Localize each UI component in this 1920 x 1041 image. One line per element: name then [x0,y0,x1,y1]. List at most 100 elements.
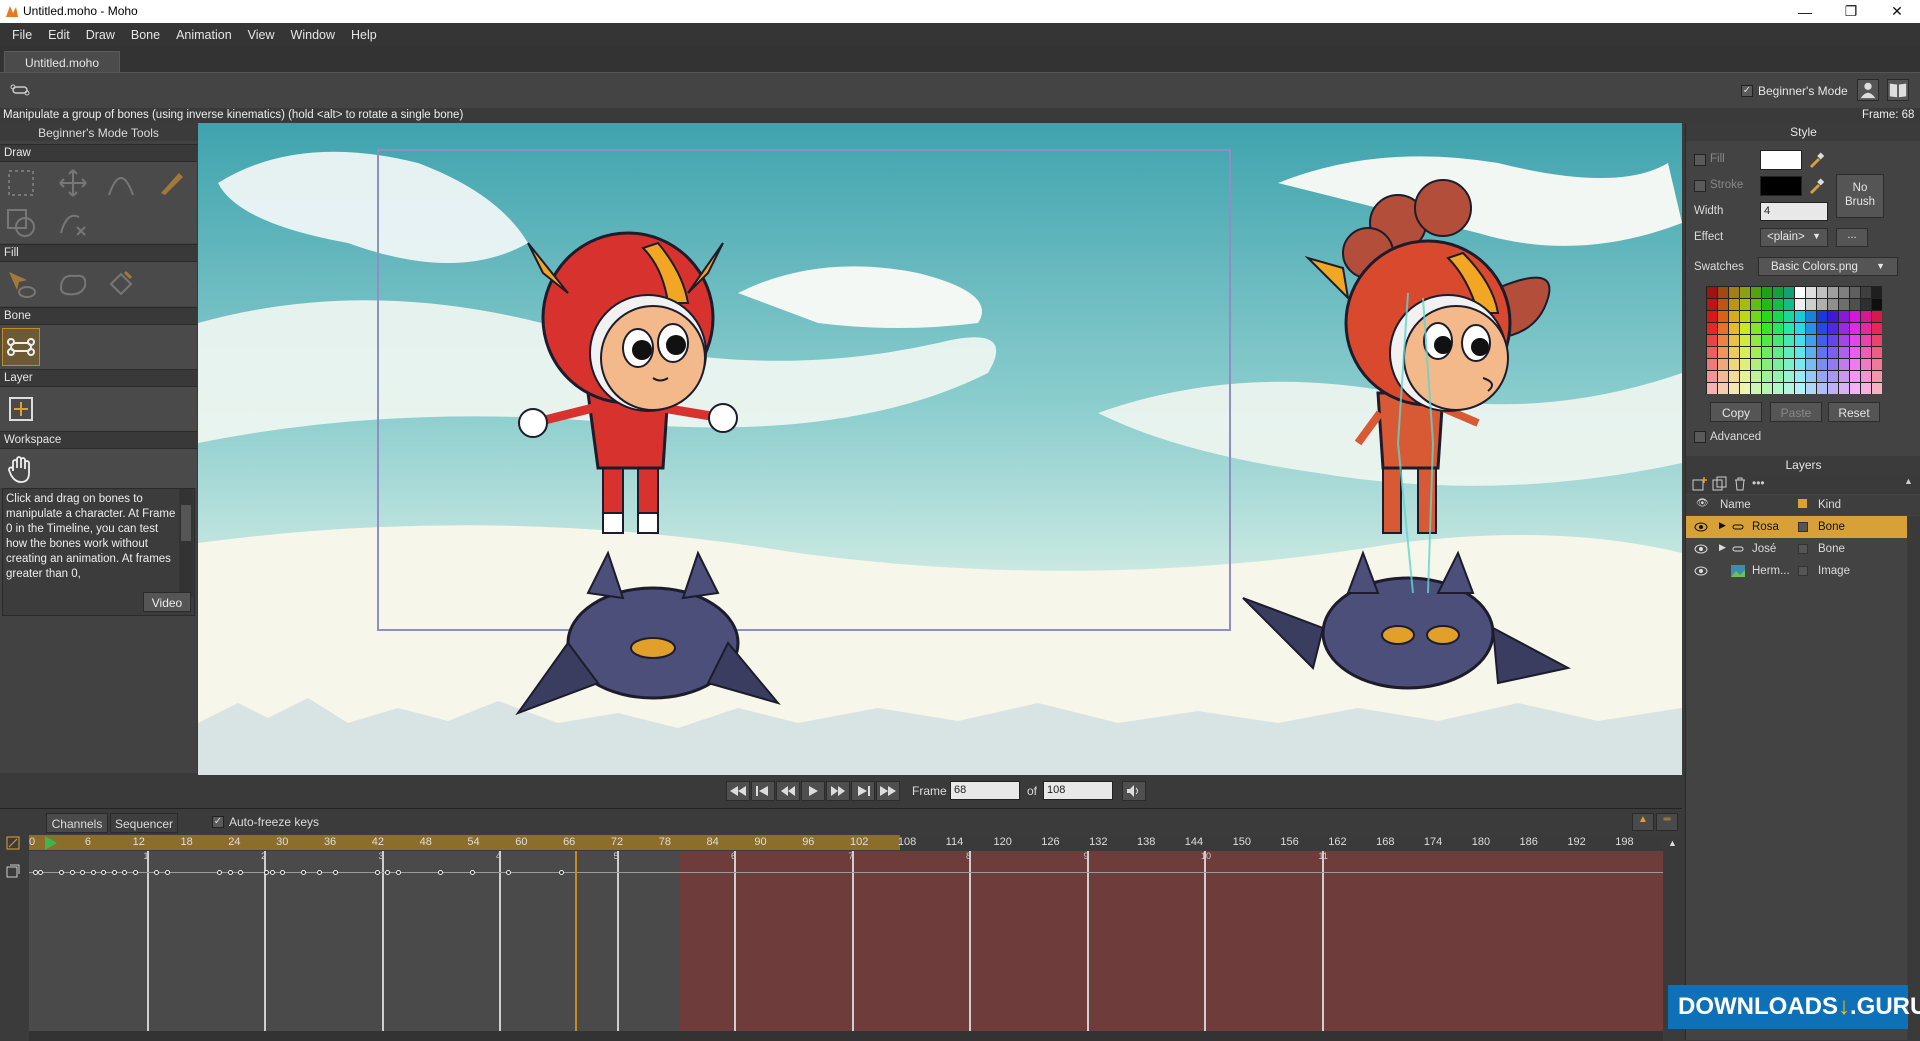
swatch-cell[interactable] [1784,383,1794,394]
color-swatch-grid[interactable] [1706,286,1882,394]
swatch-cell[interactable] [1762,287,1772,298]
swatch-cell[interactable] [1861,359,1871,370]
swatch-cell[interactable] [1762,323,1772,334]
bone-tool-icon[interactable] [10,83,30,97]
swatch-cell[interactable] [1828,311,1838,322]
menu-window[interactable]: Window [283,28,343,42]
fill-eyedropper-icon[interactable] [1808,152,1824,168]
swatch-cell[interactable] [1872,335,1882,346]
swatch-cell[interactable] [1850,335,1860,346]
swatch-cell[interactable] [1718,299,1728,310]
duplicate-layer-button[interactable] [1712,476,1728,492]
expand-arrow-icon[interactable]: ▶ [1719,542,1726,553]
create-shape-tool[interactable] [54,265,92,303]
select-points-tool[interactable] [2,164,40,202]
swatch-cell[interactable] [1740,287,1750,298]
current-frame-input[interactable]: 68 [950,781,1020,800]
swatch-cell[interactable] [1773,287,1783,298]
fill-color-swatch[interactable] [1760,150,1802,170]
tab-channels[interactable]: Channels [46,813,108,833]
swatch-cell[interactable] [1861,299,1871,310]
effect-more-button[interactable]: ... [1836,228,1868,247]
swatch-cell[interactable] [1762,311,1772,322]
width-input[interactable]: 4 [1760,202,1828,221]
paste-button[interactable]: Paste [1770,402,1822,422]
swatch-cell[interactable] [1817,311,1827,322]
swatch-cell[interactable] [1707,299,1717,310]
auto-freeze-checkbox[interactable]: ✓ [212,816,224,828]
swatch-cell[interactable] [1872,359,1882,370]
swatch-cell[interactable] [1718,371,1728,382]
tab-sequencer[interactable]: Sequencer [110,813,178,833]
swatch-cell[interactable] [1773,347,1783,358]
swatch-cell[interactable] [1872,371,1882,382]
swatch-cell[interactable] [1751,335,1761,346]
swatch-cell[interactable] [1707,383,1717,394]
help-book-button[interactable] [1887,79,1909,101]
layer-row-herm[interactable]: Herm... Image [1686,560,1920,582]
swatch-cell[interactable] [1861,311,1871,322]
layer-row-rosa[interactable]: ▶ Rosa Bone [1686,516,1920,538]
swatch-cell[interactable] [1751,323,1761,334]
swatch-cell[interactable] [1817,347,1827,358]
swatch-cell[interactable] [1707,323,1717,334]
new-layer-button[interactable] [1692,476,1708,492]
swatch-cell[interactable] [1839,335,1849,346]
stroke-eyedropper-icon[interactable] [1808,178,1824,194]
swatch-cell[interactable] [1784,323,1794,334]
swatch-cell[interactable] [1872,347,1882,358]
close-button[interactable]: ✕ [1874,0,1920,23]
swatch-cell[interactable] [1828,383,1838,394]
menu-help[interactable]: Help [343,28,385,42]
swatch-cell[interactable] [1872,299,1882,310]
swatch-cell[interactable] [1817,323,1827,334]
layer-row-jose[interactable]: ▶ José Bone [1686,538,1920,560]
swatch-cell[interactable] [1828,371,1838,382]
swatch-cell[interactable] [1718,359,1728,370]
swatch-cell[interactable] [1817,383,1827,394]
menu-draw[interactable]: Draw [78,28,123,42]
swatch-cell[interactable] [1740,323,1750,334]
tl-resize-icon[interactable] [6,836,20,850]
swatch-cell[interactable] [1740,359,1750,370]
swatch-cell[interactable] [1707,359,1717,370]
fill-checkbox[interactable] [1694,154,1706,166]
swatch-cell[interactable] [1751,311,1761,322]
swatch-cell[interactable] [1872,287,1882,298]
swatch-cell[interactable] [1828,299,1838,310]
swatch-cell[interactable] [1784,371,1794,382]
swatch-cell[interactable] [1740,299,1750,310]
swatch-cell[interactable] [1806,323,1816,334]
swatch-cell[interactable] [1729,311,1739,322]
swatch-cell[interactable] [1806,347,1816,358]
swatch-cell[interactable] [1872,323,1882,334]
swatch-cell[interactable] [1839,311,1849,322]
beginners-mode-checkbox[interactable]: ✓ [1741,85,1753,97]
swatch-cell[interactable] [1806,299,1816,310]
eye-icon[interactable] [1694,543,1708,555]
swatch-cell[interactable] [1795,371,1805,382]
swatch-cell[interactable] [1828,335,1838,346]
swatch-cell[interactable] [1839,371,1849,382]
swatch-cell[interactable] [1784,347,1794,358]
swatch-cell[interactable] [1751,383,1761,394]
swatch-cell[interactable] [1729,371,1739,382]
swatch-cell[interactable] [1740,347,1750,358]
layer-options-button[interactable]: ••• [1752,476,1768,492]
transform-layer-tool[interactable] [2,390,40,428]
swatch-cell[interactable] [1850,311,1860,322]
add-point-tool[interactable] [102,164,140,202]
fast-forward-button[interactable] [876,781,900,801]
swatch-cell[interactable] [1751,359,1761,370]
swatch-cell[interactable] [1795,299,1805,310]
swatch-cell[interactable] [1729,383,1739,394]
freehand-tool[interactable] [152,164,190,202]
manipulate-bones-tool[interactable] [2,328,40,366]
swatch-cell[interactable] [1850,347,1860,358]
swatch-cell[interactable] [1729,335,1739,346]
swatch-cell[interactable] [1828,323,1838,334]
swatch-cell[interactable] [1861,335,1871,346]
swatch-cell[interactable] [1773,359,1783,370]
swatch-cell[interactable] [1839,323,1849,334]
swatch-cell[interactable] [1762,383,1772,394]
